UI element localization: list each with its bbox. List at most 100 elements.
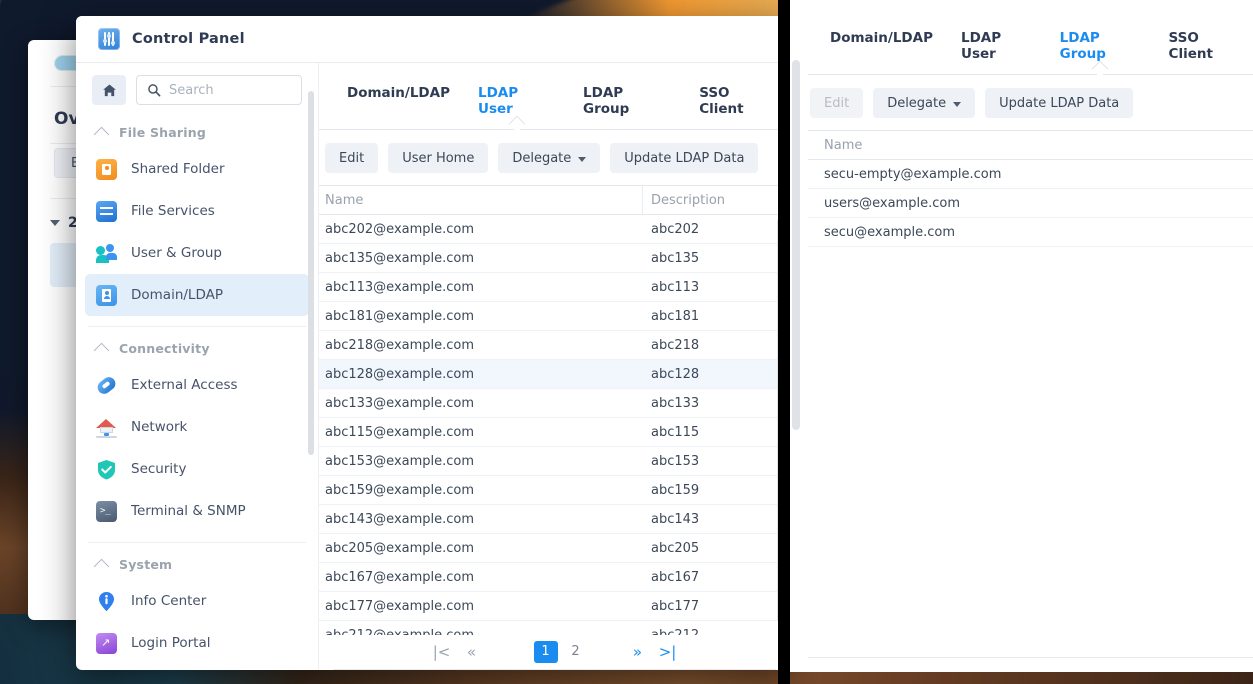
sidebar-item-security[interactable]: Security	[85, 448, 309, 490]
table-header: Name Description	[319, 185, 790, 215]
search-icon	[148, 84, 161, 97]
update-ldap-data-button-label: Update LDAP Data	[624, 150, 745, 166]
tab-ldap-user[interactable]: LDAP User	[464, 77, 569, 129]
sidebar-item-label: Login Portal	[131, 635, 211, 651]
cell-description: abc143	[651, 511, 700, 527]
cell-name: abc153@example.com	[325, 453, 475, 469]
right-edit-button-label: Edit	[824, 95, 850, 111]
right-toolbar: Edit Delegate Update LDAP Data	[790, 75, 1253, 130]
sidebar-item-terminal-snmp[interactable]: >_ Terminal & SNMP	[85, 490, 309, 532]
shared-folder-icon	[96, 158, 117, 180]
sidebar-item-network[interactable]: Network	[85, 406, 309, 448]
cell-name: abc128@example.com	[325, 366, 475, 382]
main-content: Domain/LDAP LDAP User LDAP Group SSO Cli…	[319, 63, 790, 670]
table-row[interactable]: abc181@example.com abc181	[319, 302, 790, 331]
right-tab-sso-client[interactable]: SSO Client	[1155, 22, 1253, 74]
sidebar-item-file-services[interactable]: File Services	[85, 190, 309, 232]
table-row[interactable]: abc218@example.com abc218	[319, 331, 790, 360]
right-tab-ldap-user[interactable]: LDAP User	[947, 22, 1046, 74]
sidebar-item-label: Terminal & SNMP	[131, 503, 246, 519]
right-tab-ldap-group[interactable]: LDAP Group	[1046, 22, 1155, 74]
sidebar-search-row: Search	[76, 63, 318, 115]
right-column-header-name[interactable]: Name	[808, 138, 1253, 153]
info-center-icon	[96, 591, 117, 612]
divider	[808, 657, 1253, 658]
table-row[interactable]: abc143@example.com abc143	[319, 505, 790, 534]
table-row[interactable]: abc159@example.com abc159	[319, 476, 790, 505]
pagination-last-button[interactable]: >|	[653, 643, 683, 661]
tab-ldap-group[interactable]: LDAP Group	[569, 77, 685, 129]
chevron-up-icon	[93, 342, 110, 359]
tab-bar: Domain/LDAP LDAP User LDAP Group SSO Cli…	[319, 63, 790, 129]
sidebar-group-connectivity[interactable]: Connectivity	[76, 331, 318, 364]
terminal-snmp-icon: >_	[96, 500, 117, 522]
cell-description: abc218	[651, 337, 700, 353]
chevron-up-icon	[93, 558, 110, 575]
table-row[interactable]: abc205@example.com abc205	[319, 534, 790, 563]
sidebar-item-label: Shared Folder	[131, 161, 225, 177]
domain-ldap-icon	[96, 284, 117, 306]
sidebar-item-external-access[interactable]: External Access	[85, 364, 309, 406]
window-divider-bar	[778, 0, 790, 684]
control-panel-window[interactable]: Control Panel Search File Sharing Shared…	[76, 16, 790, 670]
pagination-page-1[interactable]: 1	[533, 641, 558, 663]
sidebar-item-login-portal[interactable]: ↗ Login Portal	[85, 622, 309, 656]
home-icon[interactable]	[92, 75, 126, 105]
pagination-first-button[interactable]: |<	[427, 643, 457, 661]
table-row[interactable]: abc202@example.com abc202	[319, 215, 790, 244]
right-table-row[interactable]: users@example.com	[808, 189, 1253, 218]
update-ldap-data-button[interactable]: Update LDAP Data	[610, 143, 759, 173]
right-table-body: secu-empty@example.com users@example.com s…	[808, 160, 1253, 247]
pagination-next-button[interactable]: »	[623, 643, 653, 661]
delegate-dropdown-button[interactable]: Delegate	[498, 143, 601, 173]
cell-description: abc212	[651, 627, 700, 636]
sidebar-scrollbar[interactable]	[308, 91, 314, 455]
divider	[333, 669, 776, 670]
right-table-row[interactable]: secu@example.com	[808, 218, 1253, 247]
right-panel-scrollbar[interactable]	[792, 60, 800, 430]
window-title: Control Panel	[132, 31, 245, 47]
pagination-prev-button[interactable]: «	[457, 643, 487, 661]
table-row[interactable]: abc135@example.com abc135	[319, 244, 790, 273]
right-update-ldap-data-button[interactable]: Update LDAP Data	[985, 88, 1134, 118]
table-row[interactable]: abc212@example.com abc212	[319, 621, 790, 636]
sidebar-group-file-sharing[interactable]: File Sharing	[76, 115, 318, 148]
table-row[interactable]: abc113@example.com abc113	[319, 273, 790, 302]
table-row[interactable]: abc128@example.com abc128	[319, 360, 790, 389]
external-access-icon	[95, 374, 118, 396]
right-edit-button[interactable]: Edit	[810, 88, 864, 118]
table-row[interactable]: abc153@example.com abc153	[319, 447, 790, 476]
cell-name: abc135@example.com	[325, 250, 475, 266]
sidebar-item-domain-ldap[interactable]: Domain/LDAP	[85, 274, 309, 316]
user-home-button[interactable]: User Home	[388, 143, 489, 173]
search-input[interactable]: Search	[136, 75, 302, 105]
table-row[interactable]: abc133@example.com abc133	[319, 389, 790, 418]
right-tab-domain-ldap[interactable]: Domain/LDAP	[816, 22, 947, 74]
right-table-row[interactable]: secu-empty@example.com	[808, 160, 1253, 189]
table-row[interactable]: abc167@example.com abc167	[319, 563, 790, 592]
tab-sso-client[interactable]: SSO Client	[685, 77, 790, 129]
sidebar-item-info-center[interactable]: Info Center	[85, 580, 309, 622]
sidebar-item-shared-folder[interactable]: Shared Folder	[85, 148, 309, 190]
tab-domain-ldap[interactable]: Domain/LDAP	[333, 77, 464, 129]
sidebar-group-label: File Sharing	[119, 125, 206, 140]
column-header-name[interactable]: Name	[319, 185, 643, 215]
cell-name: users@example.com	[824, 195, 960, 211]
column-header-description[interactable]: Description	[643, 193, 790, 208]
edit-button[interactable]: Edit	[325, 143, 379, 173]
cell-description: abc128	[651, 366, 700, 382]
right-delegate-dropdown-button[interactable]: Delegate	[873, 88, 976, 118]
sidebar-group-system[interactable]: System	[76, 547, 318, 580]
table-row[interactable]: abc177@example.com abc177	[319, 592, 790, 621]
sidebar: Search File Sharing Shared Folder File S…	[76, 63, 319, 670]
right-control-panel-window[interactable]: Domain/LDAP LDAP User LDAP Group SSO Cli…	[790, 0, 1253, 672]
pagination-page-2[interactable]: 2	[564, 641, 588, 663]
cell-name: abc143@example.com	[325, 511, 475, 527]
right-delegate-button-label: Delegate	[887, 95, 947, 111]
sidebar-item-label: Info Center	[131, 593, 207, 609]
table-row[interactable]: abc115@example.com abc115	[319, 418, 790, 447]
cell-description: abc153	[651, 453, 700, 469]
sidebar-item-user-group[interactable]: User & Group	[85, 232, 309, 274]
shield-glyph	[98, 459, 115, 479]
right-update-ldap-data-button-label: Update LDAP Data	[999, 95, 1120, 111]
